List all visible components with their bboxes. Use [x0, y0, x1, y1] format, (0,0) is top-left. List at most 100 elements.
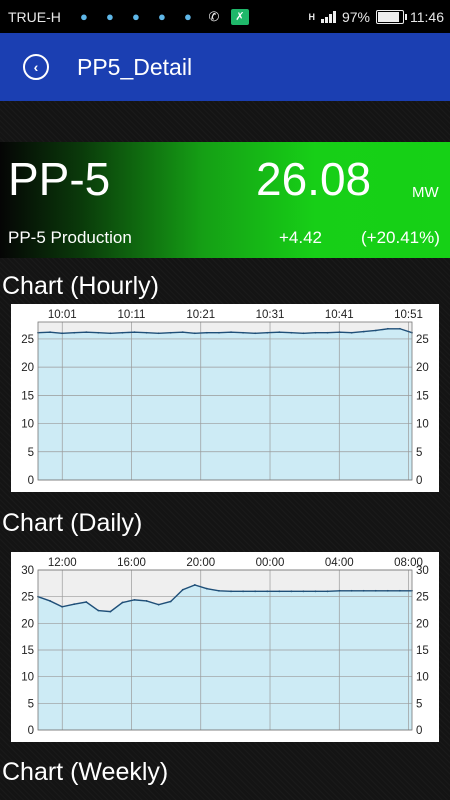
production-unit: MW — [412, 184, 439, 201]
daily-data-point — [61, 605, 64, 608]
station-name: PP-5 — [8, 153, 111, 205]
battery-percent: 97% — [341, 8, 370, 25]
daily-y-tick-label-right: 5 — [416, 698, 422, 710]
hourly-x-tick-label: 10:01 — [48, 309, 77, 321]
hourly-y-tick-label-left: 15 — [21, 390, 34, 402]
app-bar: ‹ PP5_Detail — [0, 33, 450, 101]
daily-x-tick-label: 00:00 — [256, 557, 285, 569]
hourly-y-tick-label-right: 10 — [416, 419, 429, 431]
daily-data-point — [109, 610, 112, 613]
hourly-data-point — [386, 327, 389, 330]
hourly-data-point — [230, 331, 232, 334]
daily-data-point — [230, 590, 232, 593]
daily-data-point — [350, 589, 353, 592]
daily-data-point — [97, 609, 100, 612]
daily-data-point — [121, 601, 124, 604]
daily-data-point — [181, 588, 184, 591]
daily-data-point — [193, 584, 196, 586]
daily-data-point — [278, 590, 281, 593]
daily-data-point — [206, 587, 208, 590]
daily-chart-svg: 0 05 510 1015 1520 2025 2530 3012:00 16:00 20:00 0… — [21, 557, 429, 737]
lightbulb-icon: ● — [183, 9, 192, 24]
hourly-data-point — [169, 331, 172, 334]
weekly-chart-title: Chart (Weekly) — [2, 758, 169, 786]
hourly-data-point — [181, 331, 184, 334]
status-bar: TRUE-H ● ● ● ● ● ✆ ✗ H 97% 11:46 — [0, 0, 450, 33]
battery-icon — [376, 9, 407, 24]
hourly-data-point — [290, 331, 293, 334]
hourly-data-point — [157, 332, 160, 335]
daily-data-point — [85, 601, 88, 603]
back-arrow-icon[interactable]: ‹ — [23, 54, 49, 80]
hourly-y-tick-label-right: 20 — [416, 362, 429, 374]
daily-data-point — [169, 600, 172, 603]
lightbulb-icon: ● — [105, 9, 114, 24]
daily-data-point — [218, 589, 220, 592]
daily-y-tick-label-left: 15 — [21, 645, 34, 657]
hourly-data-point — [85, 331, 88, 334]
hourly-y-tick-label-left: 20 — [21, 362, 34, 374]
daily-x-tick-label: 04:00 — [325, 557, 354, 569]
daily-data-point — [314, 590, 317, 593]
daily-chart[interactable]: 0 0 5 5 10 10 15 15 20 20 25 25 30 30 12:00 16:00 20:00 0… — [11, 552, 439, 742]
hourly-area-fill — [38, 328, 412, 480]
hourly-data-point — [302, 332, 305, 335]
hourly-data-point — [374, 329, 377, 332]
summary-banner: PP-5 26.08 MW PP-5 Production +4.42 (+20… — [0, 142, 450, 258]
daily-data-point — [326, 590, 329, 593]
hourly-y-tick-label-right: 5 — [416, 447, 422, 459]
hourly-y-tick-label-left: 25 — [21, 334, 34, 346]
page-title: PP5_Detail — [77, 53, 193, 80]
hourly-data-point — [97, 331, 100, 334]
carrier-label: TRUE-H — [8, 8, 61, 25]
hourly-data-point — [206, 331, 208, 334]
hourly-data-point — [242, 331, 244, 334]
daily-data-point — [266, 590, 269, 593]
daily-x-tick-label: 20:00 — [186, 557, 215, 569]
hourly-y-tick-label-right: 15 — [416, 390, 429, 402]
hourly-chart-title: Chart (Hourly) — [2, 272, 159, 300]
hourly-chart[interactable]: 0 0 5 5 10 10 15 15 20 20 25 25 10:01 10:11 10:21 10:31… — [11, 304, 439, 492]
daily-data-point — [338, 589, 341, 592]
hourly-x-tick-label: 10:51 — [394, 309, 423, 321]
daily-data-point — [157, 603, 160, 606]
daily-y-tick-label-left: 20 — [21, 618, 34, 630]
daily-data-point — [49, 600, 51, 602]
hourly-data-point — [326, 331, 329, 334]
hourly-x-tick-label: 10:21 — [186, 309, 215, 321]
daily-data-point — [302, 590, 305, 593]
daily-data-point — [254, 590, 257, 593]
hourly-x-tick-label: 10:31 — [256, 309, 285, 321]
daily-data-point — [242, 590, 244, 593]
hourly-y-tick-label-left: 10 — [21, 419, 34, 431]
daily-y-tick-label-right: 15 — [416, 645, 429, 657]
daily-data-point — [374, 589, 377, 592]
shuffle-icon: ✗ — [227, 8, 253, 25]
daily-y-tick-label-right: 20 — [416, 618, 429, 630]
lightbulb-icon: ● — [157, 9, 166, 24]
hourly-data-point — [399, 327, 401, 330]
phone-icon: ✆ — [208, 8, 220, 24]
production-label: PP-5 Production — [8, 228, 132, 247]
hourly-data-point — [193, 332, 196, 335]
hourly-y-tick-label-right: 25 — [416, 334, 429, 346]
daily-y-tick-label-left: 5 — [28, 698, 34, 710]
daily-y-tick-label-left: 10 — [21, 672, 34, 684]
hourly-y-tick-label-left: 5 — [28, 447, 34, 459]
hourly-data-point — [254, 332, 257, 335]
signal-icon — [320, 10, 336, 23]
lightbulb-icon: ● — [131, 9, 140, 24]
hourly-data-point — [314, 331, 317, 334]
hourly-x-tick-label: 10:41 — [325, 309, 354, 321]
hourly-data-point — [218, 331, 220, 334]
daily-data-point — [399, 589, 401, 592]
hourly-y-tick-label-right: 0 — [416, 475, 422, 487]
daily-y-tick-label-left: 0 — [28, 725, 34, 737]
daily-data-point — [145, 600, 148, 602]
daily-data-point — [386, 589, 389, 592]
hourly-chart-svg: 0 0 5 5 10 10 15 15 20 20 25 25 10:01 10:11 10:21 10:31… — [21, 309, 429, 487]
hourly-data-point — [338, 331, 341, 334]
daily-data-point — [290, 590, 293, 593]
daily-data-point — [133, 598, 136, 601]
daily-x-tick-label: 16:00 — [117, 557, 146, 569]
